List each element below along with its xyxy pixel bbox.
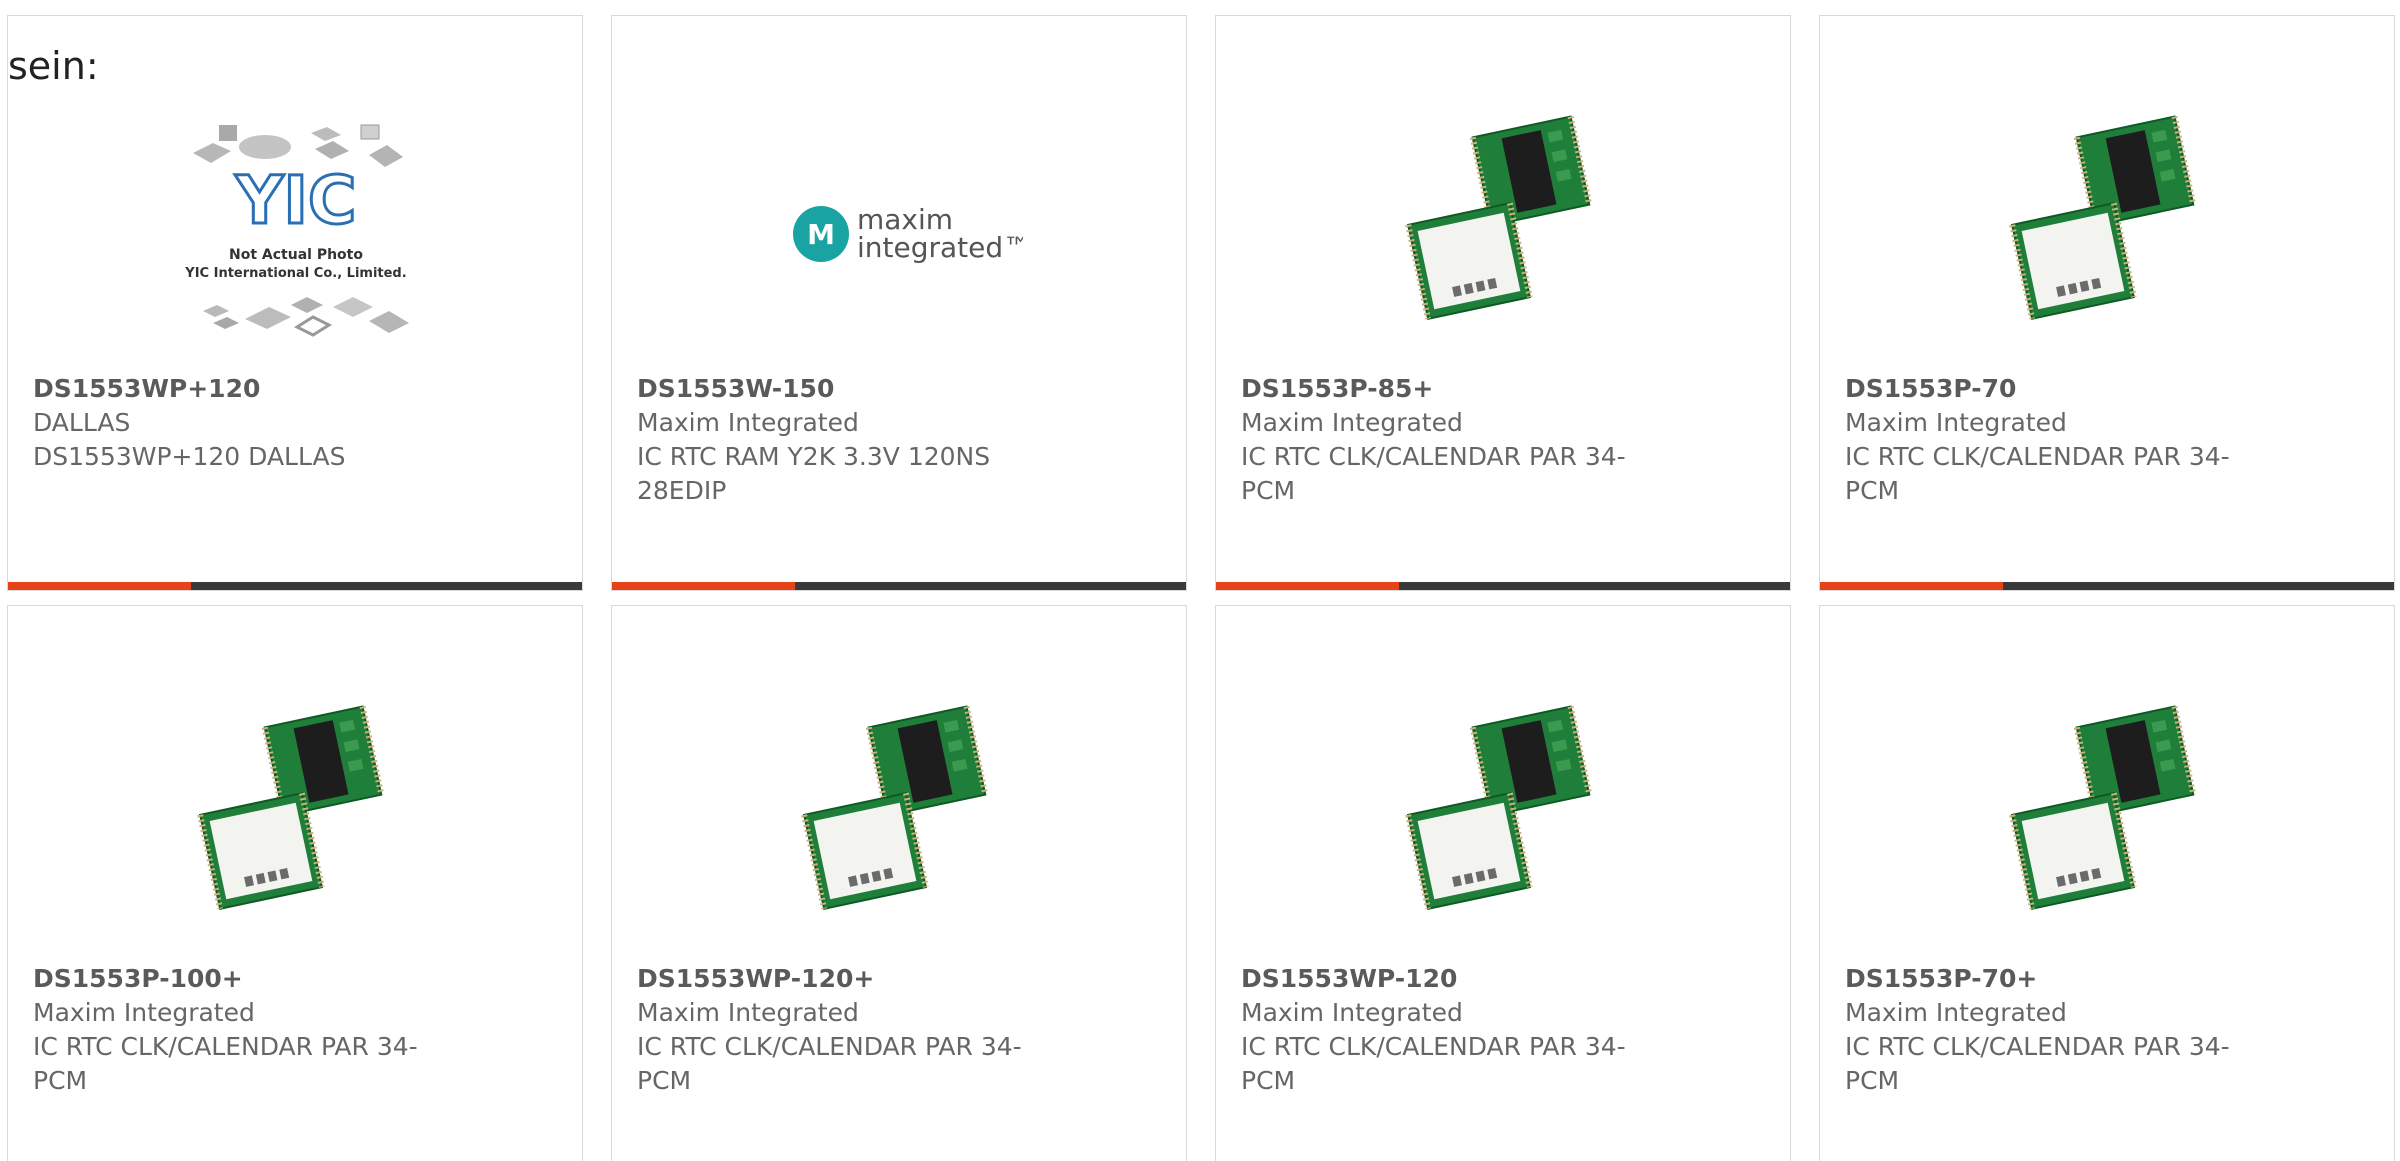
pcm-module-icon — [1405, 115, 1593, 320]
manufacturer-name: Maxim Integrated — [637, 408, 859, 437]
product-grid-page: sein: YIC Not Actual Photo YIC Internati… — [0, 0, 2400, 1161]
product-description: IC RTC CLK/CALENDAR PAR 34-PCM — [1241, 1032, 1626, 1095]
pcm-module-icon — [2009, 705, 2197, 910]
part-number-link[interactable]: DS1553P-70+ — [1845, 962, 2265, 996]
svg-text:integrated™: integrated™ — [857, 231, 1023, 264]
product-card[interactable]: DS1553P-100+ Maxim Integrated IC RTC CLK… — [7, 605, 583, 1161]
pcm-module-image[interactable] — [1985, 111, 2231, 357]
product-description: IC RTC CLK/CALENDAR PAR 34-PCM — [33, 1032, 418, 1095]
card-bottom-bar — [8, 582, 582, 590]
pcm-module-image[interactable] — [1381, 701, 1627, 947]
maxim-integrated-logo[interactable]: M maxim integrated™ — [777, 111, 1023, 357]
product-card[interactable]: YIC Not Actual Photo YIC International C… — [7, 15, 583, 591]
product-description: IC RTC CLK/CALENDAR PAR 34-PCM — [637, 1032, 1022, 1095]
product-description: IC RTC RAM Y2K 3.3V 120NS 28EDIP — [637, 442, 991, 505]
pcm-module-image[interactable] — [1985, 701, 2231, 947]
part-number-link[interactable]: DS1553P-85+ — [1241, 372, 1661, 406]
manufacturer-name: Maxim Integrated — [1241, 998, 1463, 1027]
product-description: DS1553WP+120 DALLAS — [33, 442, 346, 471]
manufacturer-name: Maxim Integrated — [1845, 998, 2067, 1027]
pcm-module-icon — [1405, 705, 1593, 910]
pcm-module-icon — [2009, 115, 2197, 320]
product-card[interactable]: M maxim integrated™ DS1553W-150 Maxim In… — [611, 15, 1187, 591]
card-bottom-bar — [1820, 582, 2394, 590]
part-number-link[interactable]: DS1553P-70 — [1845, 372, 2265, 406]
yic-placeholder-icon: YIC Not Actual Photo YIC International C… — [184, 124, 409, 337]
svg-text:M: M — [807, 218, 835, 251]
product-description: IC RTC CLK/CALENDAR PAR 34-PCM — [1241, 442, 1626, 505]
manufacturer-name: DALLAS — [33, 408, 131, 437]
not-actual-photo-image[interactable]: YIC Not Actual Photo YIC International C… — [173, 111, 419, 357]
card-bottom-bar — [1216, 582, 1790, 590]
pcm-module-image[interactable] — [173, 701, 419, 947]
part-number-link[interactable]: DS1553WP-120 — [1241, 962, 1661, 996]
part-number-link[interactable]: DS1553WP+120 — [33, 372, 453, 406]
manufacturer-name: Maxim Integrated — [637, 998, 859, 1027]
product-card[interactable]: DS1553WP-120 Maxim Integrated IC RTC CLK… — [1215, 605, 1791, 1161]
card-bottom-bar — [612, 582, 1186, 590]
part-number-link[interactable]: DS1553WP-120+ — [637, 962, 1057, 996]
product-card[interactable]: DS1553WP-120+ Maxim Integrated IC RTC CL… — [611, 605, 1187, 1161]
maxim-logo-icon: M maxim integrated™ — [793, 203, 1023, 264]
svg-text:Not Actual Photo: Not Actual Photo — [229, 247, 363, 263]
manufacturer-name: Maxim Integrated — [33, 998, 255, 1027]
product-description: IC RTC CLK/CALENDAR PAR 34-PCM — [1845, 1032, 2230, 1095]
product-card[interactable]: DS1553P-70 Maxim Integrated IC RTC CLK/C… — [1819, 15, 2395, 591]
pcm-module-image[interactable] — [1381, 111, 1627, 357]
svg-text:YIC International Co., Limited: YIC International Co., Limited. — [184, 266, 406, 281]
part-number-link[interactable]: DS1553P-100+ — [33, 962, 453, 996]
svg-text:YIC: YIC — [235, 162, 357, 239]
pcm-module-icon — [801, 705, 989, 910]
intro-text: sein: — [8, 44, 99, 88]
part-number-link[interactable]: DS1553W-150 — [637, 372, 1057, 406]
pcm-module-icon — [197, 705, 385, 910]
manufacturer-name: Maxim Integrated — [1241, 408, 1463, 437]
product-card[interactable]: DS1553P-70+ Maxim Integrated IC RTC CLK/… — [1819, 605, 2395, 1161]
manufacturer-name: Maxim Integrated — [1845, 408, 2067, 437]
pcm-module-image[interactable] — [777, 701, 1023, 947]
product-description: IC RTC CLK/CALENDAR PAR 34-PCM — [1845, 442, 2230, 505]
product-card[interactable]: DS1553P-85+ Maxim Integrated IC RTC CLK/… — [1215, 15, 1791, 591]
